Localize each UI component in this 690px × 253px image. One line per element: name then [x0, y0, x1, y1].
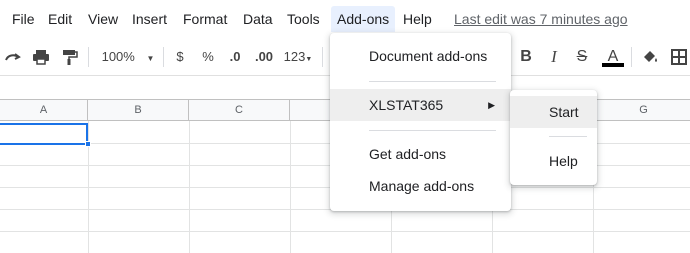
menu-item-manage-addons[interactable]: Manage add-ons: [330, 170, 511, 202]
row-divider: [0, 231, 690, 232]
toolbar-divider: [88, 47, 89, 67]
more-formats-button[interactable]: 123▼: [281, 46, 315, 68]
submenu-item-help[interactable]: Help: [510, 145, 597, 177]
borders-icon[interactable]: [668, 46, 690, 68]
selected-cell-a1[interactable]: [0, 123, 88, 145]
column-header-c[interactable]: C: [189, 100, 290, 121]
menu-separator: [369, 130, 496, 131]
menu-addons[interactable]: Add-ons: [331, 6, 396, 32]
toolbar-divider: [163, 47, 164, 67]
strikethrough-icon[interactable]: S: [571, 46, 593, 68]
menu-separator: [369, 81, 496, 82]
column-header-a[interactable]: A: [0, 100, 88, 121]
submenu-item-start[interactable]: Start: [510, 96, 597, 128]
currency-button[interactable]: $: [170, 46, 190, 68]
last-edit-link[interactable]: Last edit was 7 minutes ago: [454, 6, 628, 32]
column-divider: [189, 121, 190, 253]
more-formats-label: 123: [283, 49, 306, 64]
italic-icon[interactable]: I: [543, 46, 565, 68]
menu-item-get-addons[interactable]: Get add-ons: [330, 138, 511, 170]
menu-item-document-addons[interactable]: Document add-ons: [330, 40, 511, 72]
bold-icon[interactable]: B: [515, 46, 537, 68]
menu-help[interactable]: Help: [397, 6, 438, 32]
menu-data[interactable]: Data: [237, 6, 279, 32]
zoom-select[interactable]: 100% ▼: [100, 46, 156, 68]
toolbar-divider: [322, 47, 323, 67]
print-icon[interactable]: [30, 46, 52, 68]
chevron-down-icon: ▼: [146, 54, 155, 63]
addons-menu: Document add-ons XLSTAT365 ▶ Get add-ons…: [330, 33, 511, 211]
decrease-decimals-button[interactable]: .0: [224, 46, 246, 68]
menu-tools[interactable]: Tools: [281, 6, 326, 32]
submenu-arrow-icon: ▶: [488, 100, 495, 110]
menu-separator: [549, 136, 587, 137]
menu-item-xlstat365[interactable]: XLSTAT365 ▶: [330, 89, 511, 121]
fill-handle[interactable]: [85, 141, 91, 147]
toolbar-divider: [631, 47, 632, 67]
menu-item-label: XLSTAT365: [369, 97, 444, 113]
percent-button[interactable]: %: [198, 46, 218, 68]
column-header-b[interactable]: B: [88, 100, 189, 121]
xlstat365-submenu: Start Help: [510, 90, 597, 185]
menu-edit[interactable]: Edit: [42, 6, 78, 32]
text-color-indicator: [602, 63, 624, 67]
menu-view[interactable]: View: [82, 6, 124, 32]
menu-insert[interactable]: Insert: [126, 6, 173, 32]
chevron-down-icon: ▼: [305, 56, 313, 63]
fill-color-icon[interactable]: [639, 46, 661, 68]
paint-format-icon[interactable]: [58, 46, 80, 68]
increase-decimals-button[interactable]: .00: [251, 46, 277, 68]
column-header-g[interactable]: G: [593, 100, 690, 121]
menu-format[interactable]: Format: [177, 6, 233, 32]
zoom-value: 100%: [101, 49, 135, 64]
menu-file[interactable]: File: [6, 6, 41, 32]
redo-icon[interactable]: [2, 46, 24, 68]
column-divider: [290, 121, 291, 253]
